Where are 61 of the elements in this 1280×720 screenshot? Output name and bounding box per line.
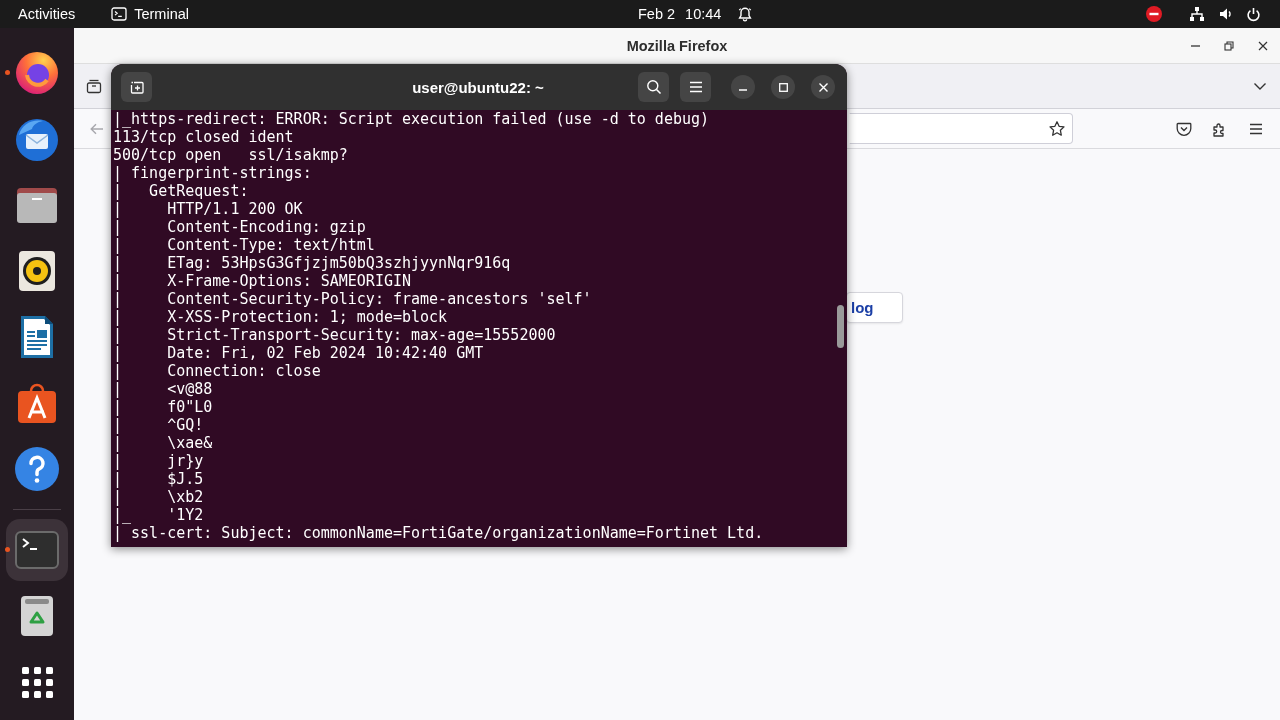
terminal-line: | ^GQ! — [113, 416, 204, 434]
terminal-line: | Connection: close — [113, 362, 321, 380]
power-icon[interactable] — [1246, 6, 1261, 22]
terminal-line: | GetRequest: — [113, 182, 249, 200]
close-icon — [1258, 40, 1268, 51]
terminal-line: | \xae& — [113, 434, 213, 452]
clock-button[interactable]: Feb 2 10:44 — [638, 6, 754, 22]
terminal-line: | ssl-cert: Subject: commonName=FortiGate/organizationName=Fortinet Ltd. — [113, 524, 764, 542]
search-button[interactable] — [638, 72, 669, 102]
close-button[interactable] — [811, 75, 835, 99]
terminal-icon — [111, 7, 128, 21]
terminal-line: | Content-Encoding: gzip — [113, 218, 366, 236]
terminal-line: 500/tcp open ssl/isakmp? — [113, 146, 348, 164]
date-label: Feb 2 — [638, 6, 676, 22]
terminal-line: | Strict-Transport-Security: max-age=15552000 — [113, 326, 556, 344]
terminal-line: 113/tcp closed ident — [113, 128, 294, 146]
minimize-icon — [1190, 44, 1200, 47]
terminal-line: |_https-redirect: ERROR: Script execution failed (use -d to debug) — [113, 110, 710, 128]
terminal-line: | Content-Security-Policy: frame-ancestors 'self' — [113, 290, 592, 308]
menu-icon — [688, 81, 703, 93]
terminal-line: | Date: Fri, 02 Feb 2024 10:42:40 GMT — [113, 344, 484, 362]
maximize-icon — [778, 82, 788, 92]
bell-icon — [737, 6, 754, 22]
app-grid-icon — [21, 666, 53, 698]
app-menu-button[interactable]: Terminal — [111, 6, 189, 22]
minimize-button[interactable] — [731, 75, 755, 99]
terminal-line: | ETag: 53HpsG3Gfjzjm50bQ3szhjyynNqr916q — [113, 254, 511, 272]
drawer-icon — [86, 78, 102, 94]
terminal-line: |_ '1Y2 — [113, 506, 204, 524]
window-title: Mozilla Firefox — [626, 37, 728, 54]
activities-button[interactable]: Activities — [18, 6, 76, 22]
star-icon[interactable] — [1048, 119, 1066, 138]
terminal-line: | $J.5 — [113, 470, 204, 488]
window-title: user@ubuntu22: ~ — [412, 78, 544, 96]
restore-icon — [1224, 40, 1234, 51]
new-tab-button[interactable] — [121, 72, 152, 102]
network-icon[interactable] — [1189, 6, 1205, 22]
terminal-line: | \xb2 — [113, 488, 204, 506]
volume-icon[interactable] — [1219, 7, 1233, 21]
maximize-button[interactable] — [771, 75, 795, 99]
address-field[interactable] — [849, 113, 1073, 144]
terminal-line: | X-Frame-Options: SAMEORIGIN — [113, 272, 411, 290]
new-tab-icon — [128, 79, 145, 95]
terminal-line: | Content-Type: text/html — [113, 236, 375, 254]
close-icon — [818, 82, 828, 92]
scrollbar[interactable] — [837, 305, 844, 348]
menu-button[interactable] — [680, 72, 711, 102]
terminal-line: | X-XSS-Protection: 1; mode=block — [113, 308, 448, 326]
terminal-line: | f0"L0 — [113, 398, 213, 416]
terminal-line: | <v@88 — [113, 380, 213, 398]
page-button[interactable]: log — [846, 292, 903, 323]
help-icon — [13, 445, 61, 493]
terminal-line: | fingerprint-strings: — [113, 164, 312, 182]
browser-icon — [13, 49, 61, 97]
search-icon — [645, 79, 662, 95]
time-label: 10:44 — [685, 6, 722, 22]
terminal-line: | HTTP/1.1 200 OK — [113, 200, 303, 218]
minimize-icon — [739, 89, 747, 91]
terminal-line: | jr}y — [113, 452, 204, 470]
pocket-icon — [1176, 120, 1192, 137]
minus-circle-icon[interactable] — [1146, 6, 1162, 22]
